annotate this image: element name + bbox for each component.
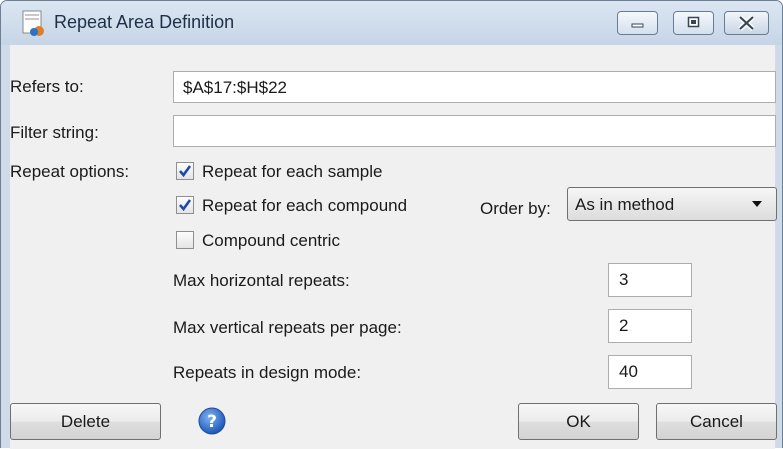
refers-to-label: Refers to: xyxy=(10,77,84,96)
svg-text:?: ? xyxy=(207,412,217,432)
dialog-window: Repeat Area Definition Refers to: $A$17:… xyxy=(0,0,783,449)
title-bar[interactable]: Repeat Area Definition xyxy=(1,1,782,45)
maximize-icon xyxy=(687,16,700,28)
checkmark-icon xyxy=(179,165,192,178)
order-by-value: As in method xyxy=(575,195,675,214)
help-button[interactable]: ? xyxy=(197,406,227,441)
minimize-button[interactable] xyxy=(617,11,658,35)
cancel-button[interactable]: Cancel xyxy=(656,403,777,440)
repeat-each-sample-label: Repeat for each sample xyxy=(202,162,383,181)
compound-centric-label: Compound centric xyxy=(202,231,340,250)
help-icon: ? xyxy=(198,407,226,435)
order-by-label: Order by: xyxy=(480,199,551,218)
compound-centric-checkbox[interactable] xyxy=(176,231,194,249)
max-horizontal-label: Max horizontal repeats: xyxy=(173,271,350,290)
max-vertical-label: Max vertical repeats per page: xyxy=(173,318,402,337)
repeat-options-label: Repeat options: xyxy=(10,162,130,181)
delete-button[interactable]: Delete xyxy=(10,403,161,440)
delete-button-label: Delete xyxy=(60,412,111,431)
close-button[interactable] xyxy=(724,11,769,35)
filter-string-input[interactable] xyxy=(173,115,776,147)
window-title: Repeat Area Definition xyxy=(54,12,235,32)
app-icon xyxy=(22,10,46,37)
repeat-each-compound-checkbox[interactable] xyxy=(176,196,194,214)
max-vertical-input[interactable]: 2 xyxy=(608,309,692,343)
cancel-button-label: Cancel xyxy=(690,412,743,431)
dropdown-arrow-icon xyxy=(752,201,762,207)
maximize-button[interactable] xyxy=(673,11,714,35)
repeat-each-sample-checkbox[interactable] xyxy=(176,162,194,180)
design-mode-label: Repeats in design mode: xyxy=(173,363,362,382)
max-horizontal-input[interactable]: 3 xyxy=(608,263,692,297)
repeat-each-compound-label: Repeat for each compound xyxy=(202,196,408,215)
ok-button-label: OK xyxy=(566,412,591,431)
order-by-select[interactable]: As in method xyxy=(567,187,777,221)
ok-button[interactable]: OK xyxy=(518,403,639,440)
minimize-icon xyxy=(631,23,644,28)
refers-to-input[interactable]: $A$17:$H$22 xyxy=(173,71,776,103)
dialog-body: Refers to: $A$17:$H$22 Filter string: Re… xyxy=(10,45,777,449)
close-icon xyxy=(738,15,755,31)
design-mode-input[interactable]: 40 xyxy=(608,355,692,389)
filter-string-label: Filter string: xyxy=(10,123,99,142)
checkmark-icon xyxy=(179,199,192,212)
